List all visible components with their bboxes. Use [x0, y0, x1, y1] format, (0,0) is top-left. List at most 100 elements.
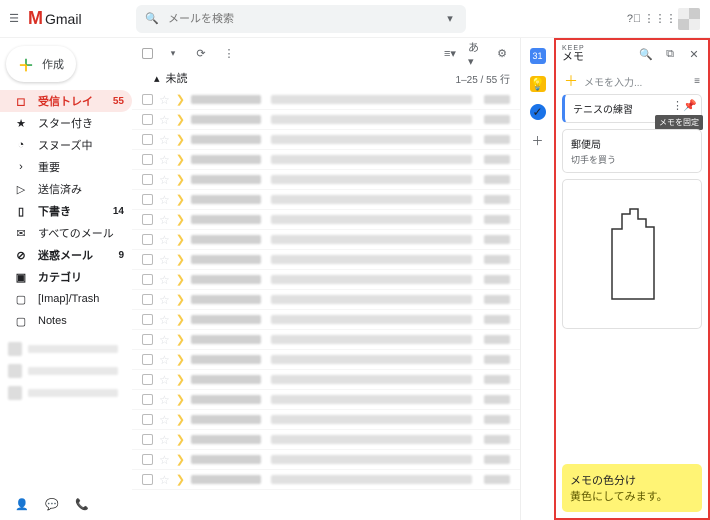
- keep-new-note[interactable]: ＋ メモを入力... ≡: [556, 68, 708, 94]
- account-avatar[interactable]: [678, 8, 700, 30]
- input-tools-icon[interactable]: あ ▾: [468, 45, 484, 61]
- star-icon[interactable]: ☆: [159, 213, 170, 227]
- message-row[interactable]: ☆❯: [132, 110, 520, 130]
- importance-icon[interactable]: ❯: [176, 433, 185, 446]
- row-checkbox[interactable]: [142, 154, 153, 165]
- section-header[interactable]: ▴ 未読 1–25 / 55 行: [132, 68, 520, 90]
- message-row[interactable]: ☆❯: [132, 170, 520, 190]
- help-icon[interactable]: ?⃝: [626, 11, 642, 27]
- star-icon[interactable]: ☆: [159, 393, 170, 407]
- refresh-icon[interactable]: ⟳: [193, 45, 209, 61]
- importance-icon[interactable]: ❯: [176, 293, 185, 306]
- apps-icon[interactable]: ⋮⋮⋮: [652, 11, 668, 27]
- importance-icon[interactable]: ❯: [176, 233, 185, 246]
- search-bar[interactable]: 🔍 ▾: [136, 5, 466, 33]
- nav-item[interactable]: ▣カテゴリ: [0, 266, 132, 288]
- importance-icon[interactable]: ❯: [176, 273, 185, 286]
- calendar-icon[interactable]: 31: [530, 48, 546, 64]
- keep-note[interactable]: テニスの練習 ⋮ 📌 メモを固定: [562, 94, 702, 123]
- row-checkbox[interactable]: [142, 454, 153, 465]
- select-dropdown-icon[interactable]: ▾: [165, 45, 181, 61]
- nav-item[interactable]: ◔スヌーズ中: [0, 134, 132, 156]
- star-icon[interactable]: ☆: [159, 173, 170, 187]
- message-row[interactable]: ☆❯: [132, 190, 520, 210]
- search-input[interactable]: [168, 13, 434, 25]
- nav-item[interactable]: ⊘迷惑メール9: [0, 244, 132, 266]
- star-icon[interactable]: ☆: [159, 313, 170, 327]
- message-row[interactable]: ☆❯: [132, 370, 520, 390]
- row-checkbox[interactable]: [142, 174, 153, 185]
- star-icon[interactable]: ☆: [159, 473, 170, 487]
- importance-icon[interactable]: ❯: [176, 193, 185, 206]
- star-icon[interactable]: ☆: [159, 253, 170, 267]
- search-icon[interactable]: 🔍: [144, 11, 160, 27]
- section-caret-icon[interactable]: ▴: [154, 72, 160, 85]
- keep-open-icon[interactable]: ⧉: [662, 46, 678, 62]
- star-icon[interactable]: ☆: [159, 333, 170, 347]
- nav-item[interactable]: ✉すべてのメール: [0, 222, 132, 244]
- star-icon[interactable]: ☆: [159, 293, 170, 307]
- row-checkbox[interactable]: [142, 354, 153, 365]
- importance-icon[interactable]: ❯: [176, 373, 185, 386]
- star-icon[interactable]: ☆: [159, 433, 170, 447]
- star-icon[interactable]: ☆: [159, 413, 170, 427]
- nav-item[interactable]: ▢Notes: [0, 310, 132, 332]
- row-checkbox[interactable]: [142, 94, 153, 105]
- nav-item[interactable]: ›重要: [0, 156, 132, 178]
- phone-icon[interactable]: 📞: [74, 496, 90, 512]
- message-row[interactable]: ☆❯: [132, 310, 520, 330]
- keep-note-yellow[interactable]: メモの色分け 黄色にしてみます。: [562, 464, 702, 512]
- importance-icon[interactable]: ❯: [176, 353, 185, 366]
- row-checkbox[interactable]: [142, 134, 153, 145]
- importance-icon[interactable]: ❯: [176, 453, 185, 466]
- message-row[interactable]: ☆❯: [132, 250, 520, 270]
- row-checkbox[interactable]: [142, 374, 153, 385]
- star-icon[interactable]: ☆: [159, 353, 170, 367]
- row-checkbox[interactable]: [142, 214, 153, 225]
- keep-note[interactable]: 郵便局 切手を買う: [562, 129, 702, 173]
- density-icon[interactable]: ≡▾: [442, 45, 458, 61]
- note-menu-icon[interactable]: ⋮: [672, 99, 683, 112]
- row-checkbox[interactable]: [142, 414, 153, 425]
- star-icon[interactable]: ☆: [159, 153, 170, 167]
- menu-icon[interactable]: ☰: [6, 11, 22, 27]
- message-row[interactable]: ☆❯: [132, 150, 520, 170]
- account-row[interactable]: [8, 362, 118, 380]
- message-row[interactable]: ☆❯: [132, 350, 520, 370]
- importance-icon[interactable]: ❯: [176, 253, 185, 266]
- row-checkbox[interactable]: [142, 434, 153, 445]
- row-checkbox[interactable]: [142, 314, 153, 325]
- row-checkbox[interactable]: [142, 114, 153, 125]
- account-row[interactable]: [8, 340, 118, 358]
- importance-icon[interactable]: ❯: [176, 393, 185, 406]
- message-row[interactable]: ☆❯: [132, 430, 520, 450]
- message-row[interactable]: ☆❯: [132, 90, 520, 110]
- nav-item[interactable]: ◻受信トレイ55: [0, 90, 132, 112]
- message-row[interactable]: ☆❯: [132, 410, 520, 430]
- star-icon[interactable]: ☆: [159, 113, 170, 127]
- keep-list-icon[interactable]: ≡: [694, 76, 700, 87]
- star-icon[interactable]: ☆: [159, 273, 170, 287]
- message-row[interactable]: ☆❯: [132, 130, 520, 150]
- star-icon[interactable]: ☆: [159, 373, 170, 387]
- chat-icon[interactable]: 💬: [44, 496, 60, 512]
- nav-item[interactable]: ▢[Imap]/Trash: [0, 288, 132, 310]
- select-all-checkbox[interactable]: [142, 48, 153, 59]
- addons-plus-icon[interactable]: ＋: [530, 132, 546, 148]
- importance-icon[interactable]: ❯: [176, 413, 185, 426]
- message-row[interactable]: ☆❯: [132, 210, 520, 230]
- message-row[interactable]: ☆❯: [132, 270, 520, 290]
- importance-icon[interactable]: ❯: [176, 113, 185, 126]
- star-icon[interactable]: ☆: [159, 453, 170, 467]
- importance-icon[interactable]: ❯: [176, 93, 185, 106]
- importance-icon[interactable]: ❯: [176, 473, 185, 486]
- message-row[interactable]: ☆❯: [132, 230, 520, 250]
- message-row[interactable]: ☆❯: [132, 450, 520, 470]
- keep-search-icon[interactable]: 🔍: [638, 46, 654, 62]
- importance-icon[interactable]: ❯: [176, 173, 185, 186]
- person-icon[interactable]: 👤: [14, 496, 30, 512]
- keep-close-icon[interactable]: ✕: [686, 46, 702, 62]
- search-dropdown-icon[interactable]: ▾: [442, 11, 458, 27]
- settings-icon[interactable]: ⚙: [494, 45, 510, 61]
- row-checkbox[interactable]: [142, 334, 153, 345]
